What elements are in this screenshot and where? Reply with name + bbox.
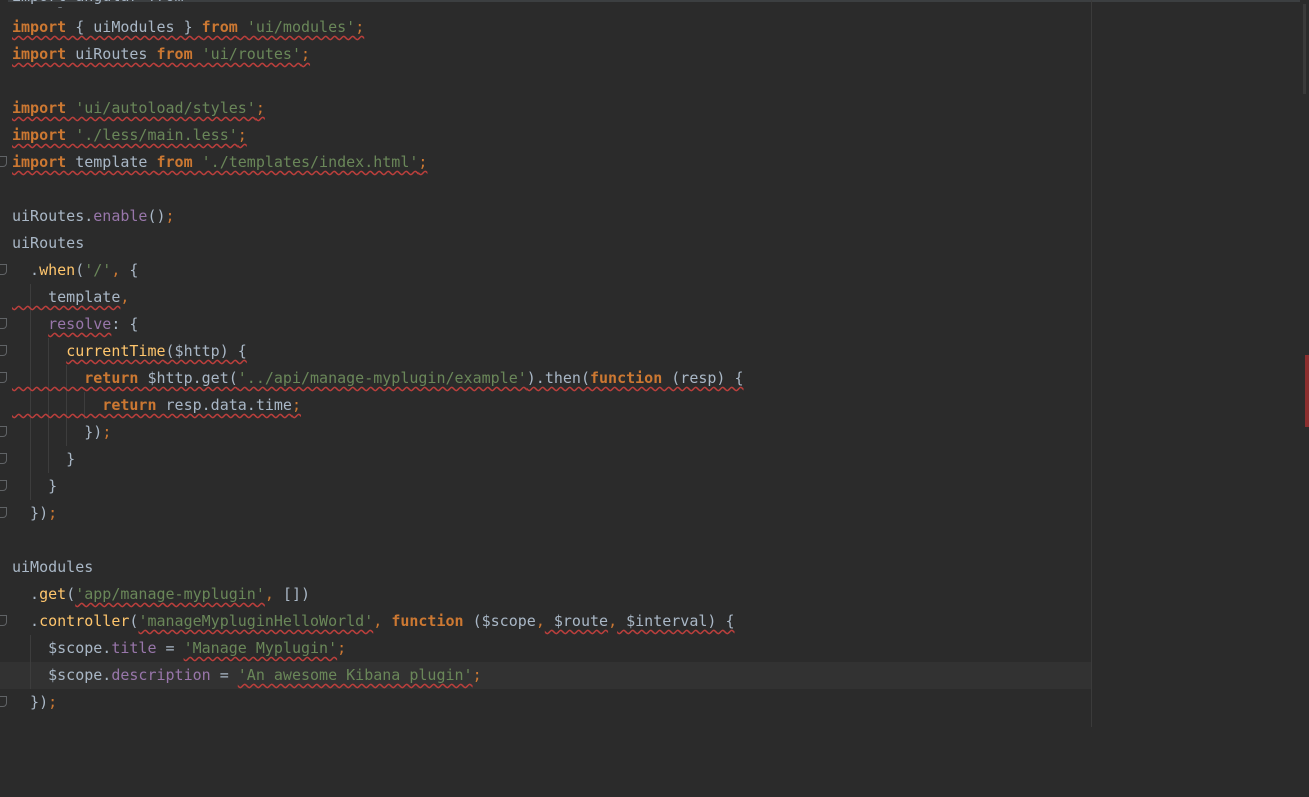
code-line-21[interactable]: uiModules xyxy=(0,554,1300,581)
code-text: }); xyxy=(12,423,112,441)
fold-end-icon[interactable] xyxy=(0,507,7,518)
code-line-19[interactable]: }); xyxy=(0,500,1300,527)
code-line-26[interactable]: }); xyxy=(0,689,1300,716)
code-line-10[interactable]: .when('/', { xyxy=(0,257,1300,284)
code-editor[interactable]: import angular from 'angular'; import { … xyxy=(0,0,1309,727)
fold-toggle-icon[interactable] xyxy=(0,615,7,626)
code-line-18[interactable]: } xyxy=(0,473,1300,500)
code-text: }); xyxy=(12,693,58,711)
fold-end-icon[interactable] xyxy=(0,156,7,167)
code-line-2[interactable]: import uiRoutes from 'ui/routes'; xyxy=(0,41,1300,68)
code-line-4[interactable]: import 'ui/autoload/styles'; xyxy=(0,95,1300,122)
code-text: import 'ui/autoload/styles'; xyxy=(12,99,265,117)
code-line-11[interactable]: template, xyxy=(0,284,1300,311)
code-line-24[interactable]: $scope.title = 'Manage Myplugin'; xyxy=(0,635,1300,662)
fold-toggle-icon[interactable] xyxy=(0,372,7,383)
fold-toggle-icon[interactable] xyxy=(0,264,7,275)
code-text: uiModules xyxy=(12,558,94,576)
code-line-1[interactable]: import { uiModules } from 'ui/modules'; xyxy=(0,14,1300,41)
code-text: import uiRoutes from 'ui/routes'; xyxy=(12,45,311,63)
code-line-5[interactable]: import './less/main.less'; xyxy=(0,122,1300,149)
code-line-14[interactable]: return $http.get('../api/manage-myplugin… xyxy=(0,365,1300,392)
code-line-8[interactable]: uiRoutes.enable(); xyxy=(0,203,1300,230)
code-line-12[interactable]: resolve: { xyxy=(0,311,1300,338)
code-text: return $http.get('../api/manage-myplugin… xyxy=(84,369,744,387)
fold-toggle-icon[interactable] xyxy=(0,318,7,329)
code-line-6[interactable]: import template from './templates/index.… xyxy=(0,149,1300,176)
code-text: $scope.title = 'Manage Myplugin'; xyxy=(12,639,347,657)
code-text: }); xyxy=(12,504,58,522)
code-text: import template from './templates/index.… xyxy=(12,153,428,171)
code-text: $scope.description = 'An awesome Kibana … xyxy=(12,666,482,684)
code-line-22[interactable]: .get('app/manage-myplugin', []) xyxy=(0,581,1300,608)
code-line-9[interactable]: uiRoutes xyxy=(0,230,1300,257)
code-text: resolve: { xyxy=(48,315,139,333)
code-text: .get('app/manage-myplugin', []) xyxy=(12,585,311,603)
code-text: .when('/', { xyxy=(12,261,139,279)
code-line-17[interactable]: } xyxy=(0,446,1300,473)
code-text: .controller('manageMypluginHelloWorld', … xyxy=(12,612,735,630)
fold-end-icon[interactable] xyxy=(0,480,7,491)
code-text: return resp.data.time; xyxy=(102,396,301,414)
code-text: uiRoutes xyxy=(12,234,85,252)
code-text: } xyxy=(12,450,76,468)
code-line-15[interactable]: return resp.data.time; xyxy=(0,392,1300,419)
scrollbar-thumb[interactable] xyxy=(1303,4,1306,94)
code-text: import './less/main.less'; xyxy=(12,126,247,144)
code-line-25-current[interactable]: $scope.description = 'An awesome Kibana … xyxy=(0,662,1091,689)
code-text: template, xyxy=(12,288,130,306)
code-text: currentTime($http) { xyxy=(66,342,247,360)
fold-end-icon[interactable] xyxy=(0,426,7,437)
code-text: uiRoutes.enable(); xyxy=(12,207,175,225)
fold-end-icon[interactable] xyxy=(0,453,7,464)
code-line-23[interactable]: .controller('manageMypluginHelloWorld', … xyxy=(0,608,1300,635)
fold-end-icon[interactable] xyxy=(0,696,7,707)
code-text: } xyxy=(12,477,58,495)
partially-visible-line: import angular from 'angular'; xyxy=(12,0,262,8)
code-line-13[interactable]: currentTime($http) { xyxy=(0,338,1300,365)
code-text: import { uiModules } from 'ui/modules'; xyxy=(12,18,365,36)
code-line-16[interactable]: }); xyxy=(0,419,1300,446)
fold-toggle-icon[interactable] xyxy=(0,345,7,356)
error-stripe-marker[interactable] xyxy=(1305,355,1309,427)
